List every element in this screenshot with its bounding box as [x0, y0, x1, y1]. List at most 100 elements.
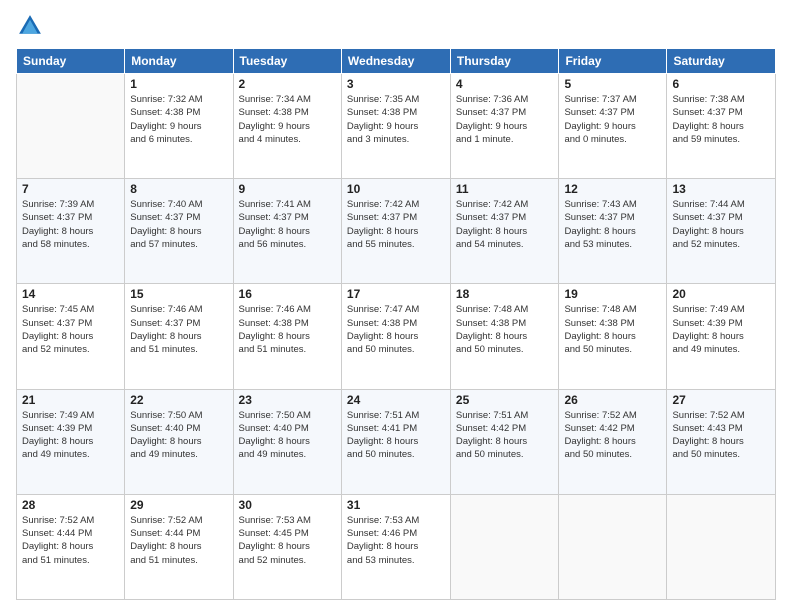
calendar-cell: 21 Sunrise: 7:49 AM Sunset: 4:39 PM Dayli…	[17, 389, 125, 494]
day-number: 26	[564, 393, 661, 407]
day-number: 18	[456, 287, 554, 301]
day-number: 7	[22, 182, 119, 196]
week-row: 28 Sunrise: 7:52 AM Sunset: 4:44 PM Dayli…	[17, 494, 776, 599]
column-header-sunday: Sunday	[17, 49, 125, 74]
calendar-cell: 4 Sunrise: 7:36 AM Sunset: 4:37 PM Daylig…	[450, 74, 559, 179]
day-info: Sunrise: 7:42 AM Sunset: 4:37 PM Dayligh…	[347, 198, 445, 251]
day-info: Sunrise: 7:52 AM Sunset: 4:44 PM Dayligh…	[22, 514, 119, 567]
week-row: 14Sunrise: 7:45 AM Sunset: 4:37 PM Dayli…	[17, 284, 776, 389]
day-info: Sunrise: 7:49 AM Sunset: 4:39 PM Dayligh…	[22, 409, 119, 462]
calendar-cell: 2 Sunrise: 7:34 AM Sunset: 4:38 PM Daylig…	[233, 74, 341, 179]
day-number: 6	[672, 77, 770, 91]
day-number: 29	[130, 498, 227, 512]
calendar-cell	[17, 74, 125, 179]
day-number: 2	[239, 77, 336, 91]
day-number: 16	[239, 287, 336, 301]
day-info: Sunrise: 7:49 AM Sunset: 4:39 PM Dayligh…	[672, 303, 770, 356]
day-info: Sunrise: 7:37 AM Sunset: 4:37 PM Dayligh…	[564, 93, 661, 146]
day-info: Sunrise: 7:35 AM Sunset: 4:38 PM Dayligh…	[347, 93, 445, 146]
day-info: Sunrise: 7:51 AM Sunset: 4:41 PM Dayligh…	[347, 409, 445, 462]
calendar-cell: 15 Sunrise: 7:46 AM Sunset: 4:37 PM Dayli…	[125, 284, 233, 389]
day-number: 11	[456, 182, 554, 196]
calendar-cell: 5 Sunrise: 7:37 AM Sunset: 4:37 PM Daylig…	[559, 74, 667, 179]
day-number: 30	[239, 498, 336, 512]
column-header-thursday: Thursday	[450, 49, 559, 74]
day-info: Sunrise: 7:32 AM Sunset: 4:38 PM Dayligh…	[130, 93, 227, 146]
calendar-cell	[667, 494, 776, 599]
day-info: Sunrise: 7:40 AM Sunset: 4:37 PM Dayligh…	[130, 198, 227, 251]
calendar-cell: 13Sunrise: 7:44 AM Sunset: 4:37 PM Dayli…	[667, 179, 776, 284]
calendar-cell: 29 Sunrise: 7:52 AM Sunset: 4:44 PM Dayli…	[125, 494, 233, 599]
calendar-cell: 14Sunrise: 7:45 AM Sunset: 4:37 PM Dayli…	[17, 284, 125, 389]
day-info: Sunrise: 7:53 AM Sunset: 4:45 PM Dayligh…	[239, 514, 336, 567]
column-header-monday: Monday	[125, 49, 233, 74]
calendar-cell: 20 Sunrise: 7:49 AM Sunset: 4:39 PM Dayli…	[667, 284, 776, 389]
day-number: 22	[130, 393, 227, 407]
calendar-cell: 31 Sunrise: 7:53 AM Sunset: 4:46 PM Dayli…	[341, 494, 450, 599]
day-info: Sunrise: 7:48 AM Sunset: 4:38 PM Dayligh…	[456, 303, 554, 356]
calendar-cell: 8 Sunrise: 7:40 AM Sunset: 4:37 PM Daylig…	[125, 179, 233, 284]
week-row: 21 Sunrise: 7:49 AM Sunset: 4:39 PM Dayli…	[17, 389, 776, 494]
day-number: 28	[22, 498, 119, 512]
day-info: Sunrise: 7:51 AM Sunset: 4:42 PM Dayligh…	[456, 409, 554, 462]
day-info: Sunrise: 7:52 AM Sunset: 4:43 PM Dayligh…	[672, 409, 770, 462]
calendar-cell: 25 Sunrise: 7:51 AM Sunset: 4:42 PM Dayli…	[450, 389, 559, 494]
day-number: 23	[239, 393, 336, 407]
calendar-cell: 6 Sunrise: 7:38 AM Sunset: 4:37 PM Daylig…	[667, 74, 776, 179]
day-info: Sunrise: 7:50 AM Sunset: 4:40 PM Dayligh…	[239, 409, 336, 462]
day-number: 3	[347, 77, 445, 91]
day-number: 19	[564, 287, 661, 301]
day-number: 27	[672, 393, 770, 407]
day-number: 17	[347, 287, 445, 301]
calendar-cell: 22Sunrise: 7:50 AM Sunset: 4:40 PM Dayli…	[125, 389, 233, 494]
column-header-friday: Friday	[559, 49, 667, 74]
day-info: Sunrise: 7:52 AM Sunset: 4:44 PM Dayligh…	[130, 514, 227, 567]
day-info: Sunrise: 7:43 AM Sunset: 4:37 PM Dayligh…	[564, 198, 661, 251]
day-number: 14	[22, 287, 119, 301]
calendar-cell: 12 Sunrise: 7:43 AM Sunset: 4:37 PM Dayli…	[559, 179, 667, 284]
calendar-cell	[559, 494, 667, 599]
calendar-cell: 24Sunrise: 7:51 AM Sunset: 4:41 PM Dayli…	[341, 389, 450, 494]
day-info: Sunrise: 7:41 AM Sunset: 4:37 PM Dayligh…	[239, 198, 336, 251]
day-number: 20	[672, 287, 770, 301]
calendar-cell: 1 Sunrise: 7:32 AM Sunset: 4:38 PM Daylig…	[125, 74, 233, 179]
header-row: SundayMondayTuesdayWednesdayThursdayFrid…	[17, 49, 776, 74]
day-number: 8	[130, 182, 227, 196]
calendar-cell: 9 Sunrise: 7:41 AM Sunset: 4:37 PM Daylig…	[233, 179, 341, 284]
calendar-cell: 23 Sunrise: 7:50 AM Sunset: 4:40 PM Dayli…	[233, 389, 341, 494]
calendar-cell: 3 Sunrise: 7:35 AM Sunset: 4:38 PM Daylig…	[341, 74, 450, 179]
column-header-saturday: Saturday	[667, 49, 776, 74]
day-number: 13	[672, 182, 770, 196]
page: SundayMondayTuesdayWednesdayThursdayFrid…	[0, 0, 792, 612]
day-number: 15	[130, 287, 227, 301]
calendar-cell: 19 Sunrise: 7:48 AM Sunset: 4:38 PM Dayli…	[559, 284, 667, 389]
day-info: Sunrise: 7:42 AM Sunset: 4:37 PM Dayligh…	[456, 198, 554, 251]
day-info: Sunrise: 7:46 AM Sunset: 4:38 PM Dayligh…	[239, 303, 336, 356]
day-info: Sunrise: 7:52 AM Sunset: 4:42 PM Dayligh…	[564, 409, 661, 462]
logo	[16, 12, 48, 40]
calendar-cell: 10Sunrise: 7:42 AM Sunset: 4:37 PM Dayli…	[341, 179, 450, 284]
calendar-cell: 27 Sunrise: 7:52 AM Sunset: 4:43 PM Dayli…	[667, 389, 776, 494]
day-number: 25	[456, 393, 554, 407]
day-number: 21	[22, 393, 119, 407]
day-number: 4	[456, 77, 554, 91]
day-info: Sunrise: 7:48 AM Sunset: 4:38 PM Dayligh…	[564, 303, 661, 356]
day-info: Sunrise: 7:34 AM Sunset: 4:38 PM Dayligh…	[239, 93, 336, 146]
day-info: Sunrise: 7:38 AM Sunset: 4:37 PM Dayligh…	[672, 93, 770, 146]
day-number: 1	[130, 77, 227, 91]
day-info: Sunrise: 7:36 AM Sunset: 4:37 PM Dayligh…	[456, 93, 554, 146]
day-info: Sunrise: 7:47 AM Sunset: 4:38 PM Dayligh…	[347, 303, 445, 356]
header	[16, 12, 776, 40]
day-number: 12	[564, 182, 661, 196]
day-info: Sunrise: 7:46 AM Sunset: 4:37 PM Dayligh…	[130, 303, 227, 356]
day-number: 31	[347, 498, 445, 512]
calendar-cell: 28 Sunrise: 7:52 AM Sunset: 4:44 PM Dayli…	[17, 494, 125, 599]
week-row: 1 Sunrise: 7:32 AM Sunset: 4:38 PM Daylig…	[17, 74, 776, 179]
day-number: 5	[564, 77, 661, 91]
calendar-cell: 18 Sunrise: 7:48 AM Sunset: 4:38 PM Dayli…	[450, 284, 559, 389]
day-number: 9	[239, 182, 336, 196]
day-info: Sunrise: 7:39 AM Sunset: 4:37 PM Dayligh…	[22, 198, 119, 251]
calendar-cell: 11 Sunrise: 7:42 AM Sunset: 4:37 PM Dayli…	[450, 179, 559, 284]
calendar-table: SundayMondayTuesdayWednesdayThursdayFrid…	[16, 48, 776, 600]
day-info: Sunrise: 7:53 AM Sunset: 4:46 PM Dayligh…	[347, 514, 445, 567]
